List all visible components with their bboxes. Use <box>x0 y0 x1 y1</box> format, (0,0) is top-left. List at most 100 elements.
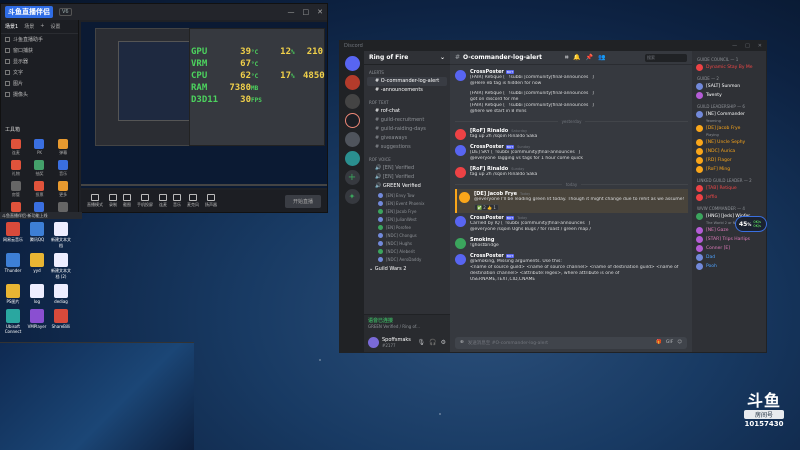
chat-message[interactable]: CrossPoster BOT Sunday [DE] SKY [`!subbi |c… <box>455 142 688 164</box>
chat-message[interactable]: Smoking !ghostbridge <box>455 235 688 251</box>
desktop-icon[interactable]: dediag <box>50 284 72 305</box>
notice-bar[interactable]: 斗鱼直播伴侣-新功能上线 <box>0 212 82 219</box>
channel-suggestions[interactable]: # suggestions <box>367 143 447 152</box>
checkbox-icon[interactable] <box>5 81 10 86</box>
member-item[interactable]: [RD] Flagor <box>695 156 763 165</box>
server-icon[interactable] <box>344 113 360 128</box>
member-item[interactable]: Dynamic Stay By Me <box>695 63 763 72</box>
explore-servers-icon[interactable]: ✦ <box>344 189 360 204</box>
gif-icon[interactable]: GIF <box>666 340 673 346</box>
checkbox-icon[interactable] <box>5 70 10 75</box>
desktop-icon[interactable]: yyd <box>26 253 48 280</box>
checkbox-icon[interactable] <box>5 48 10 53</box>
channel-commander-log-alert[interactable]: # O-commander-log-alert <box>367 77 447 86</box>
chat-message[interactable]: CrossPoster BOT @Smoking, Missing argument… <box>455 251 688 285</box>
server-icon[interactable] <box>344 94 360 109</box>
reaction[interactable]: ✅ 2 👍 1 <box>474 204 499 211</box>
other-server-label[interactable]: ⌄ Guild Wars 2 <box>364 263 450 275</box>
tool-item[interactable]: 连麦 <box>5 139 27 156</box>
search-input[interactable]: 搜索 <box>645 53 687 62</box>
tool-item[interactable]: PK <box>29 139 51 156</box>
desktop-icon[interactable]: ShareBilli <box>50 309 72 334</box>
scene-tab-1[interactable]: 场景1 <box>5 23 18 30</box>
minimize-button[interactable]: — <box>732 43 737 49</box>
member-item[interactable]: Pooh <box>695 262 763 271</box>
voice-user[interactable]: [NDC] AeroDaddy <box>364 255 450 263</box>
desktop-icon[interactable]: 网易云音乐 <box>2 222 24 249</box>
chat-message[interactable]: [RoF] Rinaldo Saturday tag up 2h /sqoin Ri… <box>455 126 688 142</box>
voice-user[interactable]: [NDC] Hughs <box>364 239 450 247</box>
toolbar-item[interactable]: 录制 <box>109 194 117 208</box>
member-item[interactable]: [NDC] Aurica <box>695 147 763 156</box>
chat-message[interactable]: CrossPoster BOT Today Carried by IQ [`!subb… <box>455 213 688 235</box>
source-item[interactable]: 文字 <box>1 67 78 78</box>
microphone-icon[interactable]: 🎙 <box>418 339 426 346</box>
source-item[interactable]: 显示器 <box>1 56 78 67</box>
add-scene-button[interactable]: + <box>40 23 44 30</box>
message-composer[interactable]: ⊕ 发送消息至 #O-commander-log-alert 🎁 GIF ☺ <box>455 337 687 349</box>
close-button[interactable]: ✕ <box>758 43 762 49</box>
toolbar-item[interactable]: 麦克风 <box>187 194 199 208</box>
avatar[interactable] <box>455 167 466 178</box>
tool-item[interactable]: 礼物 <box>5 160 27 177</box>
voice-user[interactable]: [EN] JulianWest <box>364 215 450 223</box>
tool-item[interactable]: 音乐 <box>52 160 74 177</box>
pin-icon[interactable]: 📌 <box>586 54 593 62</box>
member-item[interactable]: [NE] Uncle Sephy <box>695 138 763 147</box>
voice-channel[interactable]: 🔊 [EN] Verified <box>367 164 447 173</box>
server-icon[interactable] <box>344 75 360 90</box>
checkbox-icon[interactable] <box>5 59 10 64</box>
maximize-button[interactable]: □ <box>303 8 310 16</box>
desktop-icon[interactable]: 新建文本文档 (2) <box>50 253 72 280</box>
tool-item[interactable]: 投票 <box>29 181 51 198</box>
member-item[interactable]: [STAR] Trips Harlips <box>695 235 763 244</box>
toolbar-item[interactable]: 音乐 <box>173 194 181 208</box>
voice-channel[interactable]: 🔊 [EN] Verified <box>367 173 447 182</box>
source-item[interactable]: 斗鱼直播助手 <box>1 34 78 45</box>
network-speed-widget[interactable]: 45% 0K/s 0K/s <box>735 216 767 232</box>
avatar[interactable] <box>455 238 466 249</box>
tool-item[interactable]: 弹幕 <box>52 139 74 156</box>
emoji-icon[interactable]: ☺ <box>677 340 682 346</box>
member-item[interactable]: [NE] Commander <box>695 110 763 119</box>
checkbox-icon[interactable] <box>5 92 10 97</box>
desktop-icon[interactable]: VMPlayer <box>26 309 48 334</box>
member-item[interactable]: [TAB] Retique <box>695 184 763 193</box>
minimize-button[interactable]: — <box>288 8 295 16</box>
members-icon[interactable]: 👥 <box>598 54 605 62</box>
checkbox-icon[interactable] <box>5 37 10 42</box>
chat-message[interactable]: [FAIR] Retique [ `!subbi |community|fina… <box>455 89 688 117</box>
tool-item[interactable]: 房管 <box>5 181 27 198</box>
toolbar-item[interactable]: 直播模式 <box>87 194 103 208</box>
member-item[interactable]: Jeffio <box>695 193 763 202</box>
category-voice[interactable]: RoF VOICE <box>364 152 450 164</box>
tool-item[interactable]: 抽奖 <box>29 160 51 177</box>
source-item[interactable]: 图片 <box>1 78 78 89</box>
server-header[interactable]: Ring of Fire ⌄ <box>364 51 450 65</box>
avatar[interactable] <box>368 336 379 348</box>
desktop-icon[interactable]: Thunder <box>2 253 24 280</box>
threads-icon[interactable]: ⌗ <box>565 54 568 62</box>
desktop-icon[interactable]: Ubisoft Connect <box>2 309 24 334</box>
plus-icon[interactable]: ⊕ <box>460 340 464 346</box>
voice-user[interactable]: [NDC] Aleberit <box>364 247 450 255</box>
category-text[interactable]: RoF TEXT <box>364 95 450 107</box>
voice-user[interactable]: [EN] Porofee <box>364 223 450 231</box>
voice-user[interactable]: [NDC] Chongus <box>364 231 450 239</box>
avatar[interactable] <box>455 129 466 140</box>
stream-preview[interactable]: GPU 39 °C 12% 210 VRM 67 °C CPU 62 °C 17% 4850 RAM 738… <box>81 22 327 188</box>
member-item[interactable]: Dad <box>695 253 763 262</box>
go-live-button[interactable]: 开始直播 <box>284 194 321 208</box>
maximize-button[interactable]: □ <box>745 43 750 49</box>
home-server-icon[interactable] <box>344 56 360 71</box>
gear-icon[interactable]: ⚙ <box>441 339 446 346</box>
desktop-icon[interactable]: 新建文本文档 <box>50 222 72 249</box>
add-server-icon[interactable]: + <box>344 170 360 185</box>
source-item[interactable]: 窗口捕获 <box>1 45 78 56</box>
member-item[interactable]: [RoF] Ming <box>695 165 763 174</box>
member-item[interactable]: [SALT] Sunmon <box>695 82 763 91</box>
voice-user[interactable]: [EN] Event Phoenix <box>364 199 450 207</box>
tool-item[interactable]: 更多 <box>52 181 74 198</box>
member-item[interactable]: Twenty <box>695 91 763 100</box>
gift-icon[interactable]: 🎁 <box>656 340 662 346</box>
